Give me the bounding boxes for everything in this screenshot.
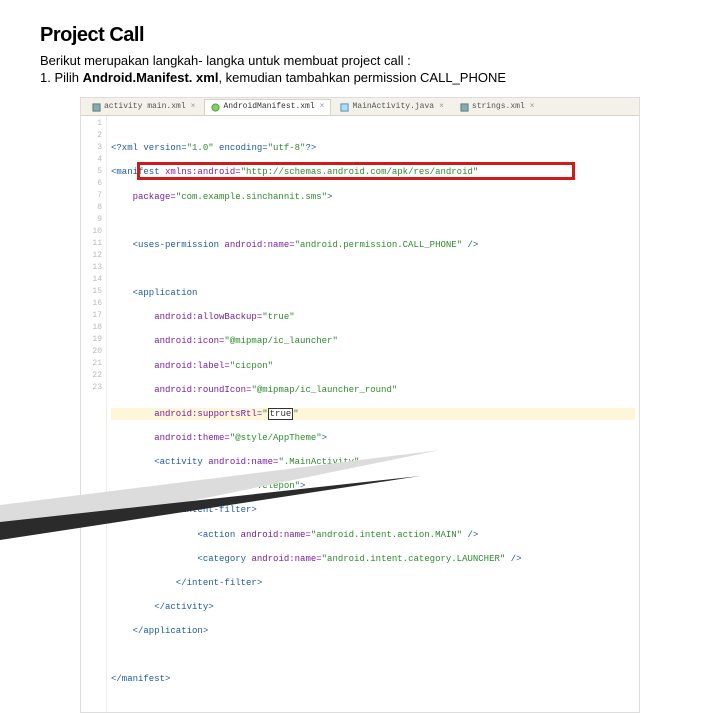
line-number: 5	[81, 166, 102, 178]
line-number: 22	[81, 370, 102, 382]
tab-activity-main[interactable]: activity main.xml ×	[85, 99, 202, 115]
line-number: 15	[81, 286, 102, 298]
line-gutter: 1 2 3 4 5 6 7 8 9 10 11 12 13 14 15 16 1…	[81, 116, 107, 712]
line-number: 10	[81, 226, 102, 238]
line-number: 21	[81, 358, 102, 370]
line-number: 3	[81, 142, 102, 154]
line-number: 12	[81, 250, 102, 262]
xml-file-icon	[460, 103, 469, 112]
tabbar: activity main.xml × AndroidManifest.xml …	[81, 98, 639, 116]
line-number: 2	[81, 130, 102, 142]
line-number: 7	[81, 190, 102, 202]
line-number: 18	[81, 322, 102, 334]
line-number: 4	[81, 154, 102, 166]
close-icon[interactable]: ×	[530, 102, 535, 113]
tab-strings[interactable]: strings.xml ×	[453, 99, 542, 115]
close-icon[interactable]: ×	[191, 102, 196, 113]
line-number: 19	[81, 334, 102, 346]
editor-screenshot: activity main.xml × AndroidManifest.xml …	[80, 97, 640, 713]
line-number: 9	[81, 214, 102, 226]
line-number: 11	[81, 238, 102, 250]
android-file-icon	[211, 103, 220, 112]
line-number: 8	[81, 202, 102, 214]
edit-cursor: true	[268, 408, 294, 420]
step-suffix: , kemudian tambahkan permission CALL_PHO…	[218, 70, 506, 85]
line-number: 6	[81, 178, 102, 190]
intro-text: Berikut merupakan langkah- langka untuk …	[40, 53, 680, 68]
step-prefix: 1. Pilih	[40, 70, 83, 85]
code-area: 1 2 3 4 5 6 7 8 9 10 11 12 13 14 15 16 1…	[81, 116, 639, 712]
xml-file-icon	[92, 103, 101, 112]
tab-label: activity main.xml	[104, 102, 186, 113]
tab-main-activity[interactable]: MainActivity.java ×	[333, 99, 450, 115]
line-number: 13	[81, 262, 102, 274]
line-number: 20	[81, 346, 102, 358]
java-file-icon	[340, 103, 349, 112]
tab-label: strings.xml	[472, 102, 525, 113]
code-content[interactable]: <?xml version="1.0" encoding="utf-8"?> <…	[107, 116, 639, 712]
close-icon[interactable]: ×	[439, 102, 444, 113]
tab-label: AndroidManifest.xml	[223, 102, 314, 113]
close-icon[interactable]: ×	[320, 102, 325, 113]
line-number: 16	[81, 298, 102, 310]
line-number: 23	[81, 382, 102, 394]
page-title: Project Call	[40, 24, 680, 47]
step-bold: Android.Manifest. xml	[83, 70, 219, 85]
step-1: 1. Pilih Android.Manifest. xml, kemudian…	[40, 70, 680, 85]
tab-label: MainActivity.java	[352, 102, 434, 113]
line-number: 14	[81, 274, 102, 286]
tab-android-manifest[interactable]: AndroidManifest.xml ×	[204, 99, 331, 115]
line-number: 1	[81, 118, 102, 130]
line-number: 17	[81, 310, 102, 322]
